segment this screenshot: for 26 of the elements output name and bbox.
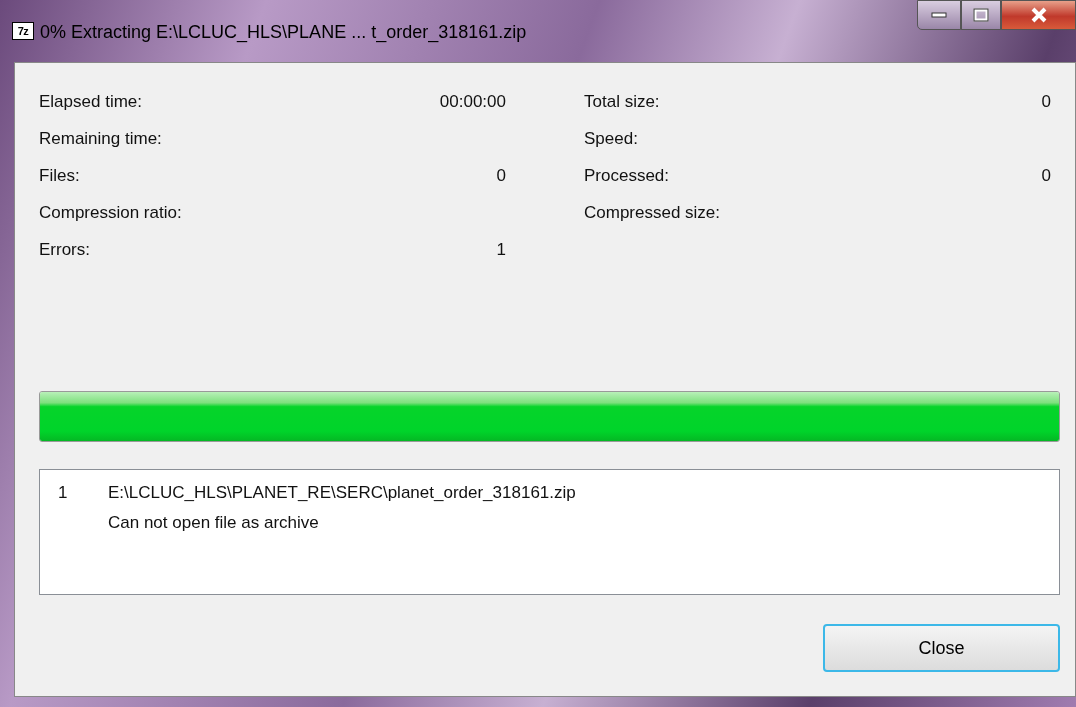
stat-label: Elapsed time: [39,91,142,111]
close-window-button[interactable] [1001,0,1076,30]
file-path: E:\LCLUC_HLS\PLANET_RE\SERC\planet_order_318161.zip [108,482,576,502]
stat-value: 1 [496,239,506,259]
close-icon [1029,7,1048,23]
app-icon: 7z [12,22,34,40]
window-title: 0% Extracting E:\LCLUC_HLS\PLANE ... t_order_318161.zip [40,22,527,42]
stat-label: Compressed size: [584,202,721,222]
minimize-button[interactable] [917,0,961,30]
error-message: Can not open file as archive [108,512,319,532]
minimize-icon [931,12,947,18]
message-number: 1 [58,482,69,502]
stat-label: Total size: [584,91,660,111]
close-button[interactable]: Close [823,624,1060,672]
stat-label: Processed: [584,165,670,185]
stat-value: 0 [1041,91,1051,111]
stat-value: 0 [1041,165,1051,185]
stat-value: 00:00:00 [439,91,506,111]
stat-label: Remaining time: [39,128,162,148]
stat-value: 0 [496,165,506,185]
stat-label: Errors: [39,239,90,259]
maximize-icon [973,8,989,22]
maximize-button[interactable] [961,0,1001,30]
stat-label: Speed: [584,128,638,148]
stat-label: Compression ratio: [39,202,182,222]
stat-label: Files: [39,165,80,185]
